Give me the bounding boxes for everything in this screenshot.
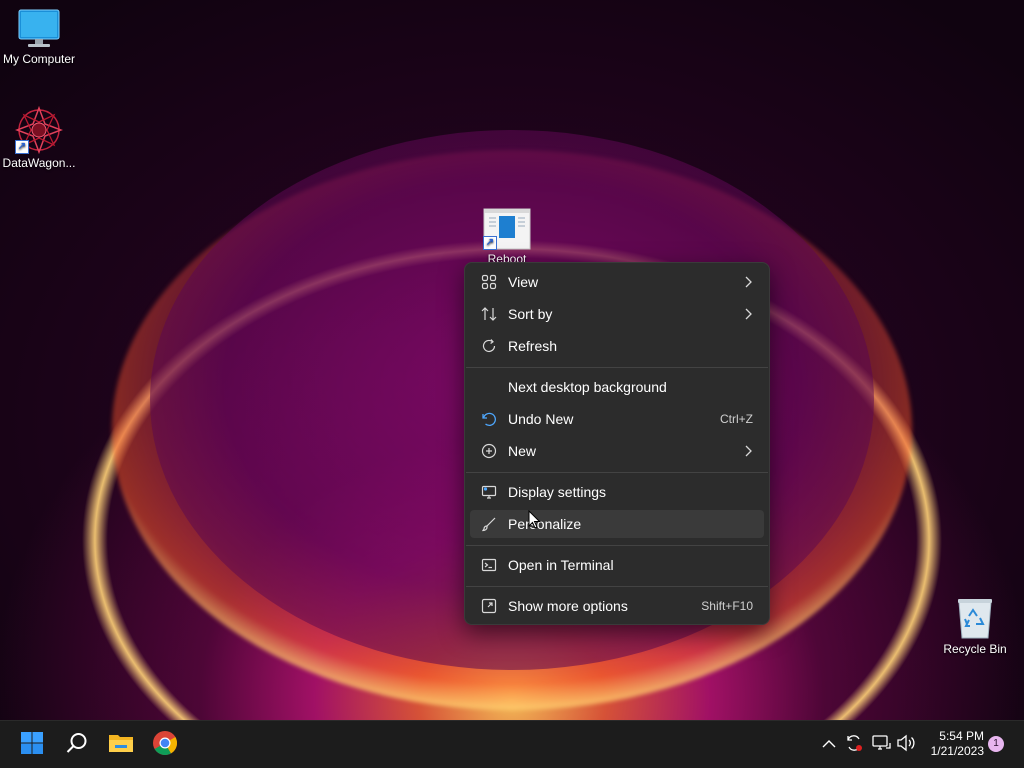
chevron-right-icon xyxy=(744,276,752,288)
menu-item-show-more-options[interactable]: Show more options Shift+F10 xyxy=(470,592,764,620)
desktop-icon-my-computer[interactable]: My Computer xyxy=(1,8,77,66)
menu-item-display-settings[interactable]: Display settings xyxy=(470,478,764,506)
shortcut-text: Ctrl+Z xyxy=(720,412,753,426)
more-options-icon xyxy=(470,598,508,614)
desktop-icon-datawagon[interactable]: ↗ DataWagon... xyxy=(1,105,77,170)
terminal-icon xyxy=(470,557,508,573)
start-button[interactable] xyxy=(16,729,48,761)
menu-item-label: Undo New xyxy=(508,411,574,427)
folder-icon xyxy=(108,732,134,759)
file-explorer-button[interactable] xyxy=(105,729,137,761)
menu-item-label: Personalize xyxy=(508,516,582,532)
chrome-button[interactable] xyxy=(149,729,181,761)
menu-item-label: Open in Terminal xyxy=(508,557,614,573)
shortcut-arrow-icon: ↗ xyxy=(15,140,29,154)
menu-item-label: New xyxy=(508,443,537,459)
desktop-icon-recycle-bin[interactable]: Recycle Bin xyxy=(937,596,1013,656)
clock-date: 1/21/2023 xyxy=(930,744,984,758)
menu-item-label: Show more options xyxy=(508,598,628,614)
menu-item-label: Refresh xyxy=(508,338,558,354)
desktop-icon-reboot[interactable]: ↗ Reboot xyxy=(469,208,545,266)
windows-logo-icon xyxy=(20,731,44,760)
taskbar-clock[interactable]: 5:54 PM 1/21/2023 xyxy=(918,729,984,759)
grid-view-icon xyxy=(470,274,508,290)
plus-circle-icon xyxy=(470,443,508,459)
volume-icon xyxy=(896,734,916,757)
menu-separator xyxy=(466,545,768,546)
display-icon xyxy=(470,484,508,500)
network-icon xyxy=(871,734,891,757)
menu-item-label: Next desktop background xyxy=(508,379,667,395)
menu-item-next-background[interactable]: Next desktop background xyxy=(470,373,764,401)
menu-separator xyxy=(466,586,768,587)
undo-icon xyxy=(470,411,508,427)
chevron-up-icon xyxy=(822,736,836,754)
menu-item-label: View xyxy=(508,274,539,290)
chevron-right-icon xyxy=(744,445,752,457)
desktop-icon-label: DataWagon... xyxy=(2,156,76,170)
menu-separator xyxy=(466,367,768,368)
sync-tray-button[interactable] xyxy=(843,733,865,758)
sort-icon xyxy=(470,306,508,322)
menu-item-label: Sort by xyxy=(508,306,553,322)
taskbar: 5:54 PM 1/21/2023 xyxy=(0,720,1024,768)
clock-time: 5:54 PM xyxy=(939,729,984,743)
shortcut-arrow-icon: ↗ xyxy=(483,236,497,250)
chevron-right-icon xyxy=(744,308,752,320)
shortcut-text: Shift+F10 xyxy=(701,599,753,613)
network-tray-button[interactable] xyxy=(870,734,892,757)
datawagon-logo-icon: ↗ xyxy=(14,105,64,155)
show-hidden-icons-button[interactable] xyxy=(820,735,838,755)
menu-separator xyxy=(466,472,768,473)
recycle-bin-icon xyxy=(955,596,995,640)
menu-item-sort-by[interactable]: Sort by xyxy=(470,300,764,328)
notification-badge[interactable]: 1 xyxy=(988,736,1004,752)
desktop-icon-label: Recycle Bin xyxy=(943,642,1007,656)
mouse-cursor-icon xyxy=(528,509,542,530)
menu-item-new[interactable]: New xyxy=(470,437,764,465)
monitor-icon xyxy=(17,8,61,50)
reboot-app-icon: ↗ xyxy=(483,208,531,250)
search-button[interactable] xyxy=(61,729,93,761)
desktop-context-menu: View Sort by Refresh Next desktop backgr… xyxy=(464,262,770,625)
brush-icon xyxy=(470,516,508,532)
chrome-icon xyxy=(152,730,178,761)
search-icon xyxy=(65,731,89,760)
volume-tray-button[interactable] xyxy=(895,734,917,757)
menu-item-undo-new[interactable]: Undo New Ctrl+Z xyxy=(470,405,764,433)
menu-item-view[interactable]: View xyxy=(470,268,764,296)
sync-icon xyxy=(844,733,864,758)
menu-item-personalize[interactable]: Personalize xyxy=(470,510,764,538)
menu-item-open-terminal[interactable]: Open in Terminal xyxy=(470,551,764,579)
menu-item-refresh[interactable]: Refresh xyxy=(470,332,764,360)
desktop-icon-label: My Computer xyxy=(2,52,76,66)
refresh-icon xyxy=(470,338,508,354)
menu-item-label: Display settings xyxy=(508,484,607,500)
